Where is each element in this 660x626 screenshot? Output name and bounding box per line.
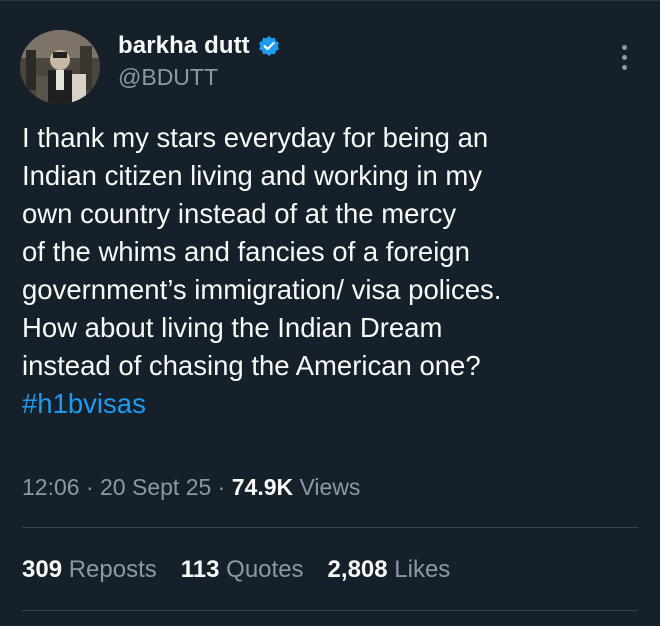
quotes-label: Quotes bbox=[226, 556, 304, 583]
top-divider bbox=[0, 0, 660, 1]
quotes-count: 113 bbox=[180, 556, 220, 583]
display-name[interactable]: barkha dutt bbox=[118, 32, 250, 60]
quotes-stat[interactable]: 113 Quotes bbox=[181, 556, 304, 584]
tweet-date[interactable]: 20 Sept 25 bbox=[100, 474, 211, 500]
meta-separator: · bbox=[217, 474, 226, 500]
tweet-time[interactable]: 12:06 bbox=[22, 474, 80, 500]
menu-dot bbox=[621, 64, 627, 70]
tweet-text-line: I thank my stars everyday for being an bbox=[22, 122, 489, 153]
tweet-text-line: of the whims and fancies of a foreign bbox=[22, 236, 470, 267]
avatar[interactable] bbox=[20, 30, 100, 104]
avatar-photo bbox=[20, 30, 100, 104]
tweet-text-line: government’s immigration/ visa polices. bbox=[22, 274, 502, 305]
hashtag-link[interactable]: #h1bvisas bbox=[22, 385, 642, 423]
likes-stat[interactable]: 2,808 Likes bbox=[328, 556, 451, 584]
menu-dot bbox=[621, 44, 627, 50]
tweet-card: barkha dutt @BDUTT I thank my stars ever… bbox=[0, 0, 660, 626]
tweet-text-line: instead of chasing the American one? bbox=[22, 350, 481, 381]
tweet-text-line: How about living the Indian Dream bbox=[22, 312, 443, 343]
meta-separator: · bbox=[85, 474, 94, 500]
menu-dot bbox=[621, 54, 627, 60]
author-name-row[interactable]: barkha dutt bbox=[118, 31, 280, 61]
reposts-stat[interactable]: 309 Reposts bbox=[22, 556, 157, 584]
tweet-text-line: own country instead of at the mercy bbox=[22, 198, 457, 229]
tweet-text: I thank my stars everyday for being an I… bbox=[22, 119, 642, 423]
reposts-label: Reposts bbox=[68, 556, 157, 583]
tweet-meta: 12:06 · 20 Sept 25 · 74.9K Views bbox=[22, 474, 360, 501]
views-label[interactable]: Views bbox=[300, 474, 361, 500]
more-vertical-icon[interactable] bbox=[612, 42, 636, 72]
likes-count: 2,808 bbox=[327, 556, 388, 583]
engagement-stats: 309 Reposts 113 Quotes 2,808 Likes bbox=[22, 556, 450, 584]
author-handle[interactable]: @BDUTT bbox=[118, 64, 218, 91]
verified-badge-icon bbox=[258, 36, 279, 56]
likes-label: Likes bbox=[394, 556, 451, 583]
divider bbox=[22, 527, 638, 528]
reposts-count: 309 bbox=[22, 556, 63, 583]
tweet-text-line: Indian citizen living and working in my bbox=[22, 160, 483, 191]
divider bbox=[22, 610, 638, 611]
views-count[interactable]: 74.9K bbox=[232, 474, 293, 500]
